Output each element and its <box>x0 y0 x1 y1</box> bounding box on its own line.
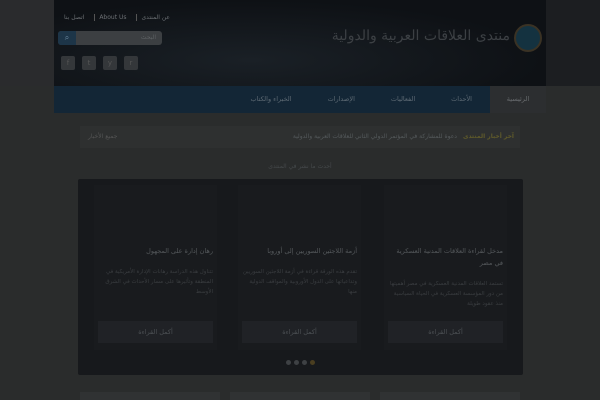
post-excerpt: تقدم هذه الورقة قراءة في أزمة اللاجئين ا… <box>242 269 357 295</box>
post-title[interactable]: مدخل لقراءة العلاقات المدنية العسكرية في… <box>388 245 503 269</box>
logo-emblem-icon <box>514 24 542 52</box>
slider-dot[interactable] <box>294 360 299 365</box>
ticker-message[interactable]: دعوة للمشاركة في المؤتمر الدولي الثاني ل… <box>125 126 457 148</box>
nav-events[interactable]: الأحداث <box>433 86 490 113</box>
post-title[interactable]: رهان إدارة على المجهول <box>98 245 213 257</box>
main-nav: الرئيسية الأحداث الفعاليات الإصدارات الخ… <box>54 86 546 113</box>
post-card: أزمة اللاجئين السوريين إلى أوروبا تقدم ه… <box>238 185 361 350</box>
facebook-icon[interactable]: f <box>61 56 75 70</box>
news-ticker: آخر أخبار المنتدى دعوة للمشاركة في المؤت… <box>80 126 520 148</box>
logo-text: منتدى العلاقات العربية والدولية <box>331 28 510 44</box>
top-link-about-us[interactable]: About Us <box>94 14 130 21</box>
lower-panel <box>380 392 520 400</box>
post-card: رهان إدارة على المجهول تتناول هذه الدراس… <box>94 185 217 350</box>
read-more-button[interactable]: أكمل القراءة <box>242 321 357 343</box>
slider-dot-active[interactable] <box>310 360 315 365</box>
post-card: مدخل لقراءة العلاقات المدنية العسكرية في… <box>384 185 507 350</box>
top-link-contact[interactable]: اتصل بنا <box>60 14 88 21</box>
slider-dot[interactable] <box>286 360 291 365</box>
read-more-button[interactable]: أكمل القراءة <box>98 321 213 343</box>
nav-experts[interactable]: الخبراء والكتاب <box>233 86 310 113</box>
nav-activities[interactable]: الفعاليات <box>373 86 433 113</box>
top-link-about-forum[interactable]: عن المنتدى <box>136 14 174 21</box>
lower-panel <box>80 392 220 400</box>
posts-slider: مدخل لقراءة العلاقات المدنية العسكرية في… <box>78 179 523 375</box>
post-excerpt: تستمد العلاقات المدنية العسكرية في مصر أ… <box>389 281 503 307</box>
rss-icon[interactable]: r <box>124 56 138 70</box>
top-links: عن المنتدى About Us اتصل بنا <box>60 14 174 21</box>
nav-publications[interactable]: الإصدارات <box>310 86 373 113</box>
nav-home[interactable]: الرئيسية <box>490 86 546 113</box>
post-excerpt: تتناول هذه الدراسة رهانات الإدارة الأمري… <box>105 269 213 295</box>
search-box[interactable]: ⌕ البحث <box>58 31 162 45</box>
slider-dot[interactable] <box>302 360 307 365</box>
search-input[interactable]: البحث <box>141 34 156 41</box>
left-margin <box>0 0 54 86</box>
all-news-link[interactable]: جميع الأخبار <box>80 126 125 148</box>
post-title[interactable]: أزمة اللاجئين السوريين إلى أوروبا <box>242 245 357 257</box>
ticker-label: آخر أخبار المنتدى <box>462 133 514 140</box>
twitter-icon[interactable]: t <box>82 56 96 70</box>
youtube-icon[interactable]: y <box>103 56 117 70</box>
slider-pagination <box>78 360 523 365</box>
read-more-button[interactable]: أكمل القراءة <box>388 321 503 343</box>
search-icon[interactable]: ⌕ <box>58 31 76 45</box>
section-title: أحدث ما نشر في المنتدى <box>268 163 332 170</box>
right-margin <box>546 0 600 86</box>
lower-panel <box>230 392 370 400</box>
site-logo[interactable]: منتدى العلاقات العربية والدولية <box>332 20 546 60</box>
